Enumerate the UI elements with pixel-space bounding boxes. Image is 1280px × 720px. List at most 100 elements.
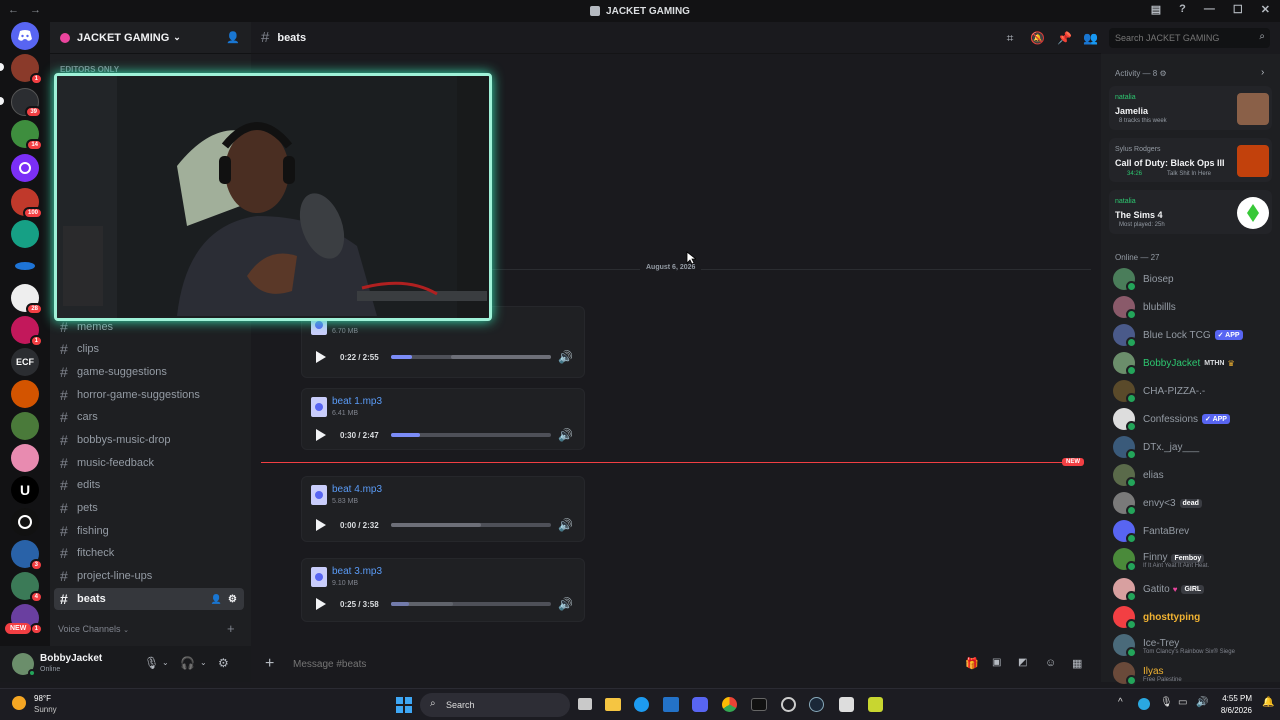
seek-bar[interactable] bbox=[391, 523, 551, 527]
message-input[interactable] bbox=[293, 654, 933, 674]
member-item[interactable]: blubillls bbox=[1113, 296, 1176, 320]
username[interactable]: BobbyJacket bbox=[40, 653, 102, 664]
member-item[interactable]: elias bbox=[1113, 464, 1164, 488]
chevron-right-icon[interactable]: › bbox=[1261, 67, 1264, 78]
add-voice-channel-icon[interactable]: + bbox=[227, 621, 235, 636]
server-icon[interactable] bbox=[11, 508, 39, 536]
app-icon[interactable] bbox=[868, 697, 883, 712]
channel-game-suggestions[interactable]: # game-suggestions bbox=[54, 361, 244, 383]
store-icon[interactable] bbox=[663, 697, 679, 712]
server-icon[interactable]: U bbox=[11, 476, 39, 504]
member-item[interactable]: ghosttyping bbox=[1113, 606, 1200, 630]
play-button[interactable] bbox=[316, 429, 326, 441]
avatar[interactable] bbox=[12, 653, 36, 677]
file-name[interactable]: beat 3.mp3 bbox=[332, 566, 382, 577]
volume-icon[interactable]: 🔊 bbox=[558, 597, 573, 611]
edge-icon[interactable] bbox=[634, 697, 649, 712]
member-item[interactable]: DTx._jay___ bbox=[1113, 436, 1199, 460]
chevron-down-icon[interactable]: ⌄ bbox=[162, 658, 169, 667]
gear-icon[interactable]: ⚙ bbox=[228, 594, 237, 605]
clock-date[interactable]: 8/6/2026 bbox=[1216, 706, 1252, 715]
server-icon[interactable]: 28 bbox=[11, 284, 43, 315]
channel-fitcheck[interactable]: # fitcheck bbox=[54, 542, 244, 564]
obs-icon[interactable] bbox=[781, 697, 796, 712]
weather-temp[interactable]: 98°F bbox=[34, 694, 51, 703]
maximize-button[interactable]: ☐ bbox=[1233, 3, 1243, 16]
server-icon[interactable]: 4 bbox=[11, 572, 43, 603]
seek-bar[interactable] bbox=[391, 433, 551, 437]
channel-edits[interactable]: # edits bbox=[54, 474, 244, 496]
server-icon[interactable] bbox=[11, 412, 39, 440]
seek-bar[interactable] bbox=[391, 355, 551, 359]
server-icon[interactable]: 1 bbox=[11, 316, 43, 347]
member-item[interactable]: Ilyas Free Palestine bbox=[1113, 662, 1182, 686]
channel-music-feedback[interactable]: # music-feedback bbox=[54, 452, 244, 474]
channel-horror-game-suggestions[interactable]: # horror-game-suggestions bbox=[54, 384, 244, 406]
file-explorer-icon[interactable] bbox=[605, 698, 621, 711]
nav-arrows[interactable]: ← → bbox=[8, 4, 45, 16]
server-icon[interactable] bbox=[11, 252, 39, 280]
gif-icon[interactable]: ▣ bbox=[992, 657, 1001, 668]
volume-icon[interactable]: 🔊 bbox=[558, 518, 573, 532]
invite-icon[interactable]: 👤 bbox=[211, 594, 222, 605]
server-header[interactable]: JACKET GAMING ⌄ 👤 bbox=[50, 22, 251, 54]
search-box[interactable]: ⌕ bbox=[1109, 28, 1270, 48]
sticker-icon[interactable]: ◩ bbox=[1018, 657, 1027, 668]
windows-start-icon[interactable] bbox=[396, 697, 412, 713]
member-item[interactable]: Blue Lock TCG ✓ APP bbox=[1113, 324, 1243, 348]
file-name[interactable]: beat 1.mp3 bbox=[332, 396, 382, 407]
help-icon[interactable]: ? bbox=[1179, 3, 1186, 16]
activity-card[interactable]: natalia The Sims 4 Most played: 25h bbox=[1109, 190, 1272, 234]
task-view-icon[interactable] bbox=[578, 698, 592, 710]
member-item[interactable]: Confessions ✓ APP bbox=[1113, 408, 1230, 432]
member-item[interactable]: FantaBrev bbox=[1113, 520, 1189, 544]
weather-sun-icon[interactable] bbox=[12, 696, 26, 710]
tray-mic-icon[interactable]: 🎙 bbox=[1160, 697, 1173, 708]
activity-card[interactable]: Sylus Rodgers Call of Duty: Black Ops II… bbox=[1109, 138, 1272, 182]
gift-icon[interactable]: 🎁 bbox=[965, 657, 979, 670]
member-item[interactable]: BobbyJacket MTHN ♛ bbox=[1113, 352, 1235, 376]
app-icon[interactable] bbox=[839, 697, 854, 712]
capcut-icon[interactable] bbox=[751, 698, 767, 711]
close-button[interactable]: ✕ bbox=[1261, 3, 1270, 16]
channel-clips[interactable]: # clips bbox=[54, 338, 244, 360]
network-icon[interactable]: ▭ bbox=[1178, 697, 1187, 708]
activity-header[interactable]: Activity — 8 ⚙ bbox=[1115, 69, 1167, 78]
member-list-icon[interactable]: 👥 bbox=[1083, 31, 1098, 45]
server-icon[interactable]: 39 bbox=[11, 88, 42, 118]
member-item[interactable]: envy<3 dead bbox=[1113, 492, 1202, 516]
seek-bar[interactable] bbox=[391, 602, 551, 606]
microphone-icon[interactable]: 🎙 bbox=[144, 656, 159, 670]
apps-icon[interactable]: ▦ bbox=[1072, 657, 1082, 670]
steam-icon[interactable] bbox=[809, 697, 824, 712]
server-icon[interactable] bbox=[11, 380, 39, 408]
threads-icon[interactable]: ⌗ bbox=[1003, 31, 1017, 45]
member-item[interactable]: Ice-Trey Tom Clancy's Rainbow Six® Siege bbox=[1113, 634, 1235, 658]
taskbar-search[interactable]: ⌕ Search bbox=[420, 693, 570, 717]
volume-icon[interactable]: 🔊 bbox=[558, 428, 573, 442]
channel-beats[interactable]: # beats 👤 ⚙ bbox=[54, 588, 244, 610]
channel-project-line-ups[interactable]: # project-line-ups bbox=[54, 565, 244, 587]
discord-taskbar-icon[interactable] bbox=[692, 697, 708, 712]
play-button[interactable] bbox=[316, 598, 326, 610]
tray-app-icon[interactable] bbox=[1138, 698, 1150, 710]
add-member-icon[interactable]: 👤 bbox=[226, 31, 240, 44]
search-input[interactable] bbox=[1109, 28, 1249, 48]
discord-home-icon[interactable] bbox=[11, 22, 39, 50]
channel-pets[interactable]: # pets bbox=[54, 497, 244, 519]
file-name[interactable]: beat 4.mp3 bbox=[332, 484, 382, 495]
chevron-down-icon[interactable]: ⌄ bbox=[200, 658, 207, 667]
channel-cars[interactable]: # cars bbox=[54, 406, 244, 428]
activity-card[interactable]: natalia Jamelia 8 tracks this week bbox=[1109, 86, 1272, 130]
pin-icon[interactable]: 📌 bbox=[1057, 31, 1072, 45]
server-icon[interactable]: 14 bbox=[11, 120, 43, 151]
notifications-icon[interactable]: 🔔 bbox=[1262, 697, 1274, 708]
server-icon[interactable]: 100 bbox=[11, 188, 43, 219]
server-icon[interactable] bbox=[11, 154, 39, 182]
volume-icon[interactable]: 🔊 bbox=[1196, 697, 1208, 708]
channel-fishing[interactable]: # fishing bbox=[54, 520, 244, 542]
upload-plus-icon[interactable]: + bbox=[265, 655, 274, 673]
chrome-icon[interactable] bbox=[722, 697, 737, 712]
member-item[interactable]: CHA-PIZZA-.- bbox=[1113, 380, 1205, 404]
server-icon[interactable]: 3 bbox=[11, 540, 43, 571]
